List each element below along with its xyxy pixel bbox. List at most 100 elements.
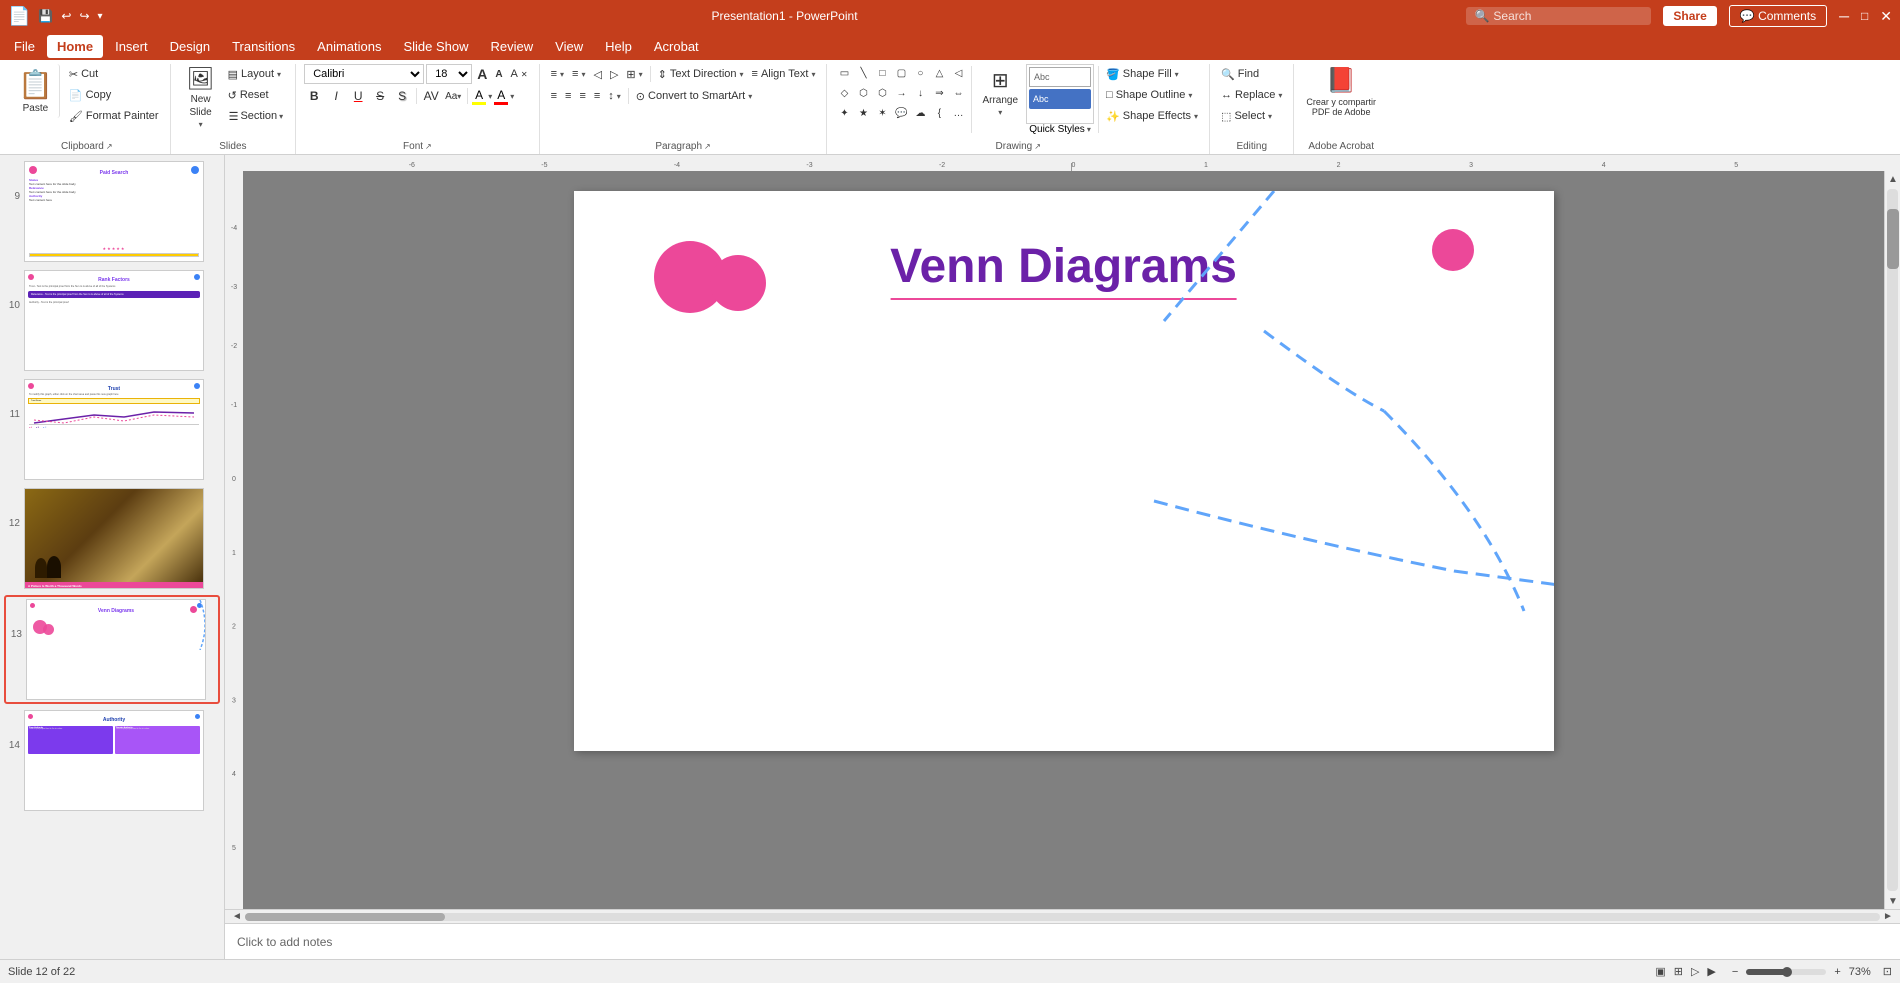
shape-arrow-5[interactable]: ⇒ [930, 84, 948, 102]
shape-more[interactable]: … [949, 104, 967, 122]
clipboard-expand-icon[interactable]: ↗ [106, 142, 113, 151]
align-right-button[interactable]: ≡ [576, 86, 588, 106]
zoom-plus[interactable]: + [1834, 966, 1840, 978]
find-button[interactable]: 🔍 Find [1218, 64, 1285, 84]
shape-rtriangle[interactable]: ◁ [949, 64, 967, 82]
menu-design[interactable]: Design [160, 35, 220, 58]
right-scrollbar[interactable]: ▲ ▼ [1884, 171, 1900, 909]
share-button[interactable]: Share [1663, 6, 1716, 26]
zoom-slider[interactable] [1746, 969, 1826, 975]
font-expand-icon[interactable]: ↗ [425, 142, 432, 151]
menu-review[interactable]: Review [481, 35, 544, 58]
slide-item-10[interactable]: 10 Rank Factors Trust - Text is the prin… [4, 268, 220, 373]
section-dropdown-icon[interactable]: ▾ [279, 112, 283, 121]
case-button[interactable]: Aa▾ [443, 86, 463, 106]
paragraph-expand-icon[interactable]: ↗ [704, 142, 711, 151]
menu-help[interactable]: Help [595, 35, 642, 58]
notes-placeholder[interactable]: Click to add notes [237, 935, 332, 949]
shape-para[interactable]: ◇ [835, 84, 853, 102]
shape-fill-button[interactable]: 🪣 Shape Fill ▾ [1103, 64, 1201, 84]
drawing-expand-icon[interactable]: ↗ [1034, 142, 1041, 151]
notes-area[interactable]: Click to add notes [225, 923, 1900, 959]
italic-button[interactable]: I [326, 86, 346, 106]
shape-circle[interactable]: ○ [911, 64, 929, 82]
font-color-btn[interactable]: A [494, 88, 508, 105]
highlight-dropdown-icon[interactable]: ▾ [488, 92, 492, 101]
quick-access-more[interactable]: ▾ [98, 11, 103, 22]
align-text-button[interactable]: ≡ Align Text ▾ [749, 64, 819, 84]
shape-star6[interactable]: ✶ [873, 104, 891, 122]
paragraph-label[interactable]: Paragraph ↗ [548, 139, 819, 154]
scroll-down-arrow[interactable]: ▼ [1885, 893, 1900, 909]
quick-styles-dropdown[interactable]: ▾ [1087, 125, 1091, 134]
shape-triangle[interactable]: △ [930, 64, 948, 82]
shape-rounded[interactable]: ▢ [892, 64, 910, 82]
layout-dropdown-icon[interactable]: ▾ [277, 70, 281, 79]
shape-star4[interactable]: ✦ [835, 104, 853, 122]
section-button[interactable]: ☰ Section ▾ [225, 106, 288, 126]
adobe-create-button[interactable]: 📕 Crear y compartir PDF de Adobe [1302, 64, 1380, 119]
align-left-button[interactable]: ≡ [548, 86, 560, 106]
menu-view[interactable]: View [545, 35, 593, 58]
shape-textbox[interactable]: ▭ [835, 64, 853, 82]
select-button[interactable]: ⬚ Select ▾ [1218, 106, 1285, 126]
menu-insert[interactable]: Insert [105, 35, 158, 58]
slide-item-14[interactable]: 14 Authority Page Authority Text is the … [4, 708, 220, 813]
shape-trap[interactable]: ⬡ [854, 84, 872, 102]
columns-button[interactable]: ⊞▾ [623, 64, 645, 84]
view-outline-icon[interactable]: ⊞ [1674, 965, 1683, 978]
font-size-select[interactable]: 18 [426, 64, 472, 84]
horizontal-scrollbar[interactable]: ◄ ► [225, 909, 1900, 923]
cut-button[interactable]: ✂ Cut [66, 64, 162, 84]
shape-arrow-b[interactable]: ⇔ [949, 84, 967, 102]
search-area[interactable]: 🔍 [1466, 7, 1651, 25]
align-center-button[interactable]: ≡ [562, 86, 574, 106]
shape-arrow-r[interactable]: → [892, 84, 910, 102]
dec-indent-button[interactable]: ◁ [590, 64, 604, 84]
menu-animations[interactable]: Animations [307, 35, 391, 58]
view-normal-icon[interactable]: ▣ [1655, 965, 1665, 978]
drawing-label[interactable]: Drawing ↗ [835, 139, 1201, 154]
close-button[interactable]: ✕ [1880, 8, 1892, 25]
reset-button[interactable]: ↺ Reset [225, 85, 288, 105]
quick-access-save[interactable]: 💾 [38, 9, 53, 23]
scroll-thumb-right[interactable] [1887, 209, 1899, 269]
zoom-thumb[interactable] [1782, 967, 1792, 977]
slide-item-13[interactable]: 13 Venn Diagrams [4, 595, 220, 704]
shape-outline-button[interactable]: □ Shape Outline ▾ [1103, 85, 1201, 105]
paste-button[interactable]: 📋 Paste [12, 64, 60, 118]
slide-item-11[interactable]: 11 Trust To modify this graph, either cl… [4, 377, 220, 482]
maximize-button[interactable]: □ [1861, 9, 1868, 23]
new-slide-dropdown-icon[interactable]: ▾ [199, 120, 203, 129]
slide-item-9[interactable]: 9 Paid Search Status Text content here f… [4, 159, 220, 264]
menu-transitions[interactable]: Transitions [222, 35, 305, 58]
numbered-list-button[interactable]: ≡▾ [569, 64, 588, 84]
shape-speech[interactable]: 💬 [892, 104, 910, 122]
menu-file[interactable]: File [4, 35, 45, 58]
quick-styles-label[interactable]: Quick Styles ▾ [1029, 124, 1091, 135]
clear-format-button[interactable]: A✕ [508, 64, 531, 84]
slide-canvas-container[interactable]: Venn Diagrams [243, 171, 1884, 909]
bold-button[interactable]: B [304, 86, 324, 106]
scroll-up-arrow[interactable]: ▲ [1885, 171, 1900, 187]
strikethrough-button[interactable]: S [370, 86, 390, 106]
fit-window-icon[interactable]: ⊡ [1883, 965, 1892, 978]
line-spacing-button[interactable]: ↕▾ [605, 86, 624, 106]
arrange-button[interactable]: ⊞ Arrange ▾ [976, 64, 1024, 121]
arrange-dropdown-icon[interactable]: ▾ [998, 108, 1002, 117]
font-label[interactable]: Font ↗ [304, 139, 530, 154]
shape-line[interactable]: ╲ [854, 64, 872, 82]
minimize-button[interactable]: ─ [1839, 8, 1849, 24]
slide-item-12[interactable]: 12 A Picture Is Worth a Thousand Words [4, 486, 220, 591]
font-shrink-button[interactable]: A [492, 64, 505, 84]
font-color-dropdown-icon[interactable]: ▾ [510, 92, 514, 101]
copy-button[interactable]: 📄 Copy [66, 85, 162, 105]
shape-arrow-d[interactable]: ↓ [911, 84, 929, 102]
shape-effects-button[interactable]: ✨ Shape Effects ▾ [1103, 106, 1201, 126]
quick-styles-box[interactable]: Abc Abc [1026, 64, 1094, 124]
menu-acrobat[interactable]: Acrobat [644, 35, 709, 58]
shape-star5[interactable]: ★ [854, 104, 872, 122]
font-name-select[interactable]: Calibri [304, 64, 424, 84]
shape-rect[interactable]: □ [873, 64, 891, 82]
clipboard-label[interactable]: Clipboard ↗ [12, 139, 162, 154]
